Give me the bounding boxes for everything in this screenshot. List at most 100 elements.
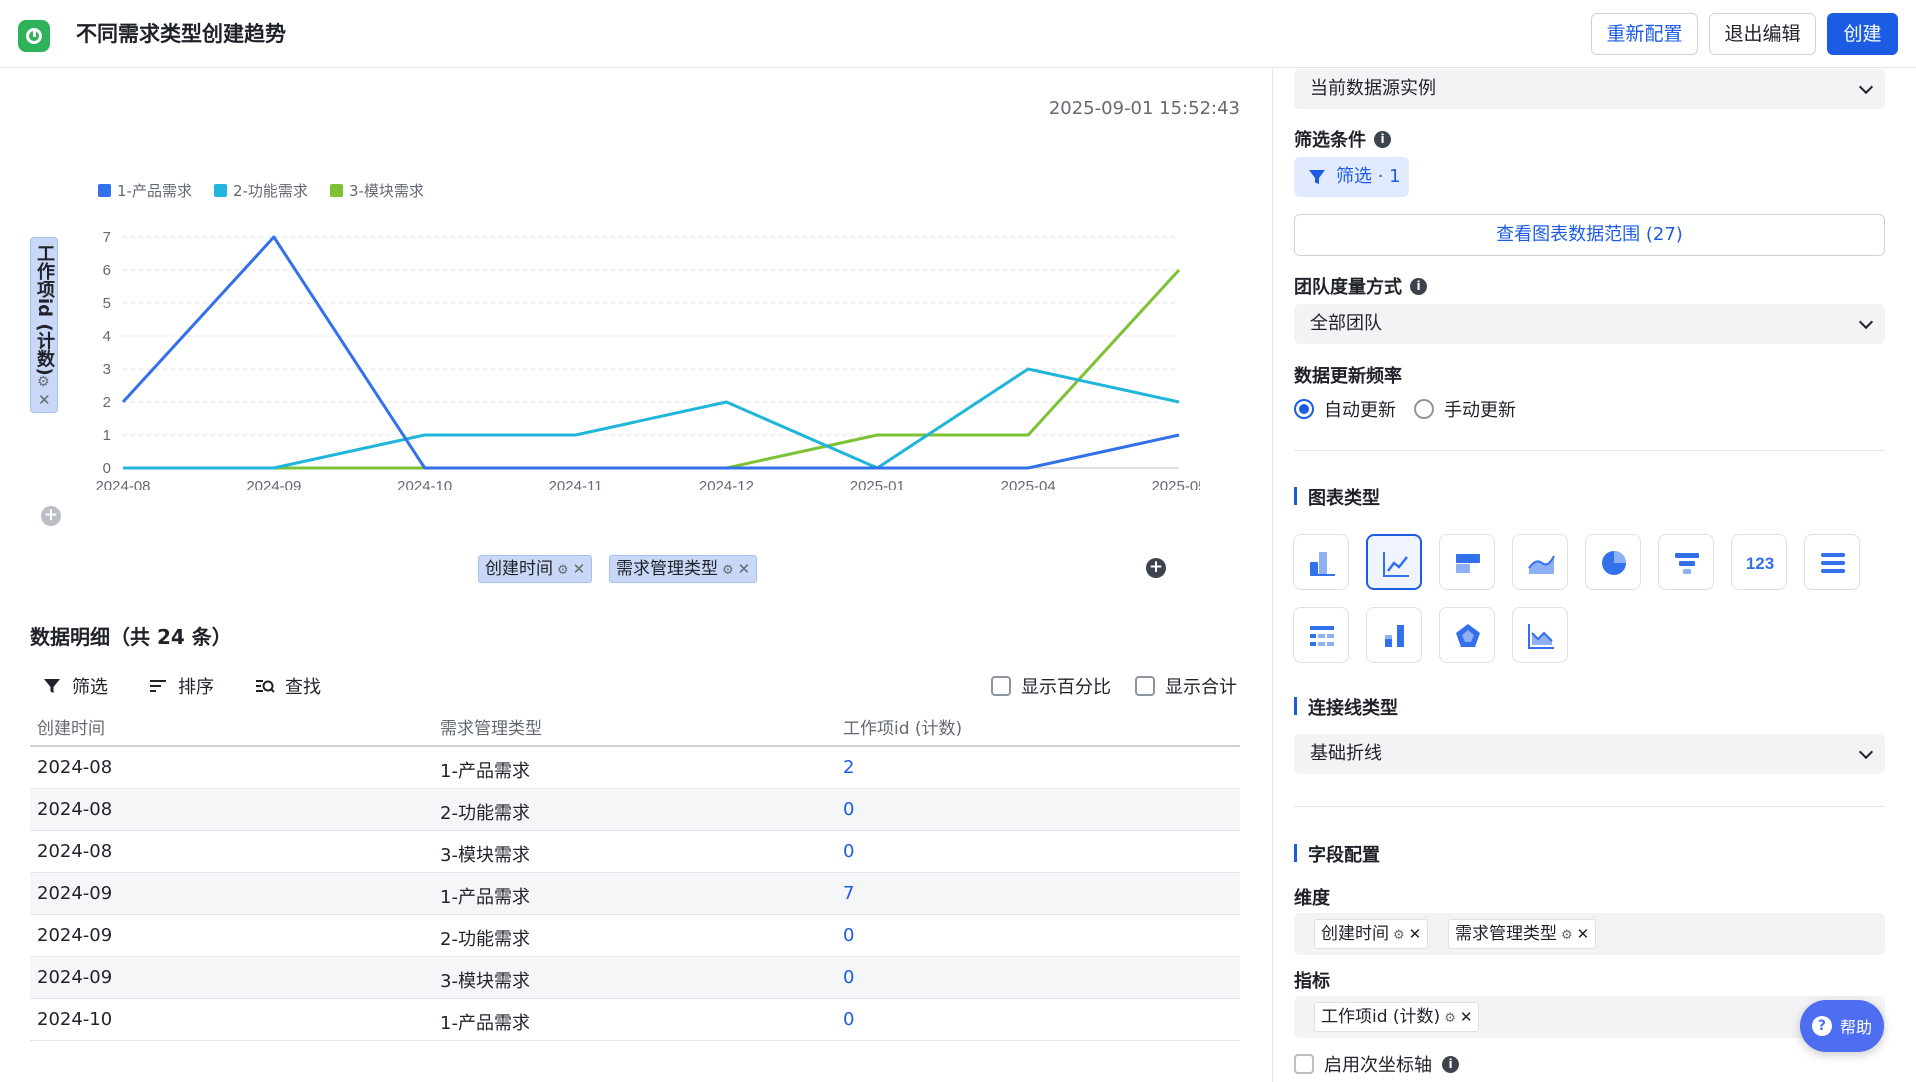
filter-chip-label: 筛选 · 1: [1336, 166, 1401, 187]
filter-condition-label-text: 筛选条件: [1294, 130, 1366, 151]
cell-created-time: 2024-09: [37, 925, 113, 946]
update-frequency-label: 数据更新频率: [1294, 366, 1402, 387]
column-header[interactable]: 工作项id (计数): [843, 714, 962, 739]
close-icon[interactable]: ✕: [738, 560, 751, 578]
chart-type-combo[interactable]: [1512, 607, 1568, 663]
table-row: 2024-08 2-功能需求 0: [30, 789, 1240, 831]
gear-icon[interactable]: ⚙: [722, 563, 734, 578]
line-type-select[interactable]: 基础折线: [1294, 734, 1885, 774]
cell-type: 3-模块需求: [440, 845, 530, 866]
chart-type-radar[interactable]: [1439, 607, 1495, 663]
gear-icon[interactable]: ⚙: [37, 374, 50, 390]
chart-type-area[interactable]: [1512, 534, 1568, 590]
chart-type-pie[interactable]: [1585, 534, 1641, 590]
secondary-axis-checkbox[interactable]: 启用次坐标轴 i: [1294, 1051, 1459, 1077]
cell-count[interactable]: 7: [843, 883, 854, 904]
x-tick-label: 2024-11: [549, 478, 603, 490]
create-button[interactable]: 创建: [1827, 13, 1898, 55]
legend-item[interactable]: 3-模块需求: [329, 180, 424, 201]
cell-count[interactable]: 2: [843, 757, 854, 778]
section-divider: [1294, 806, 1885, 807]
find-tool-button[interactable]: 查找: [255, 673, 321, 699]
datasource-select[interactable]: 当前数据源实例: [1294, 69, 1885, 109]
checkbox-box[interactable]: [1135, 676, 1155, 696]
x-field-chip-created-time[interactable]: 创建时间 ⚙ ✕: [478, 555, 593, 583]
metric-field-box[interactable]: 工作项id (计数) ⚙ ✕: [1294, 996, 1885, 1038]
add-y-field-icon[interactable]: +: [41, 506, 61, 526]
chart-type-line[interactable]: [1366, 534, 1422, 590]
cell-count[interactable]: 0: [843, 967, 854, 988]
close-icon[interactable]: ✕: [1577, 925, 1590, 943]
x-tick-label: 2024-10: [397, 478, 452, 490]
filter-chip-button[interactable]: 筛选 · 1: [1294, 157, 1409, 197]
chart-type-table[interactable]: [1293, 607, 1349, 663]
cell-count[interactable]: 0: [843, 799, 854, 820]
section-divider: [1294, 450, 1885, 451]
gear-icon[interactable]: ⚙: [1561, 928, 1573, 943]
filter-tool-button[interactable]: 筛选: [42, 673, 108, 699]
chart-type-bar[interactable]: [1293, 534, 1349, 590]
info-icon[interactable]: i: [1410, 277, 1427, 295]
chart-type-list[interactable]: [1804, 534, 1860, 590]
sort-tool-button[interactable]: 排序: [148, 673, 214, 699]
close-icon[interactable]: ✕: [1409, 925, 1422, 943]
chart-type-number[interactable]: 123: [1731, 534, 1787, 590]
info-icon[interactable]: i: [1374, 130, 1391, 148]
reconfigure-button[interactable]: 重新配置: [1591, 13, 1698, 55]
close-icon[interactable]: ✕: [38, 391, 51, 409]
radio-button[interactable]: [1414, 399, 1434, 419]
exit-edit-button[interactable]: 退出编辑: [1709, 13, 1816, 55]
gear-icon[interactable]: ⚙: [1393, 928, 1405, 943]
checkbox-box[interactable]: [991, 676, 1011, 696]
show-total-checkbox[interactable]: 显示合计: [1135, 673, 1237, 699]
cell-count[interactable]: 0: [843, 925, 854, 946]
table-row: 2024-10 1-产品需求 0: [30, 999, 1240, 1041]
add-x-field-icon[interactable]: +: [1146, 558, 1166, 578]
close-icon[interactable]: ✕: [1460, 1008, 1473, 1026]
legend-label: 2-功能需求: [232, 182, 308, 200]
cell-count[interactable]: 0: [843, 1009, 854, 1030]
help-button[interactable]: ? 帮助: [1800, 1000, 1884, 1052]
radio-button[interactable]: [1294, 399, 1314, 419]
legend-item[interactable]: 2-功能需求: [213, 180, 308, 201]
y-tick-label: 5: [103, 295, 111, 312]
chevron-down-icon: [1858, 79, 1874, 95]
cell-type: 1-产品需求: [440, 887, 530, 908]
view-data-range-button[interactable]: 查看图表数据范围 (27): [1294, 214, 1885, 256]
checkbox-box[interactable]: [1294, 1054, 1314, 1074]
chart-type-horizontal-bar[interactable]: [1439, 534, 1495, 590]
cell-type: 2-功能需求: [440, 803, 530, 824]
dimension-field-box[interactable]: 创建时间 ⚙ ✕ 需求管理类型 ⚙ ✕: [1294, 913, 1885, 955]
series-line: [123, 367, 1180, 470]
dimension-chip-requirement-type[interactable]: 需求管理类型 ⚙ ✕: [1448, 919, 1597, 949]
info-icon[interactable]: i: [1442, 1055, 1459, 1073]
line-chart: 0 1 2 3 4 5 6 7 2024-08 2024-09 2024-10 2024-11 2024…: [95, 229, 1200, 490]
show-percent-checkbox[interactable]: 显示百分比: [991, 673, 1111, 699]
table-row: 2024-09 1-产品需求 7: [30, 873, 1240, 915]
cell-count[interactable]: 0: [843, 841, 854, 862]
gear-icon[interactable]: ⚙: [557, 563, 569, 578]
metric-label: 指标: [1294, 971, 1330, 992]
dimension-chip-created-time[interactable]: 创建时间 ⚙ ✕: [1314, 919, 1429, 949]
cell-type: 2-功能需求: [440, 929, 530, 950]
bar-chart-icon: [1310, 552, 1335, 576]
cell-created-time: 2024-08: [37, 799, 113, 820]
legend-item[interactable]: 1-产品需求: [98, 180, 192, 201]
radio-manual-update[interactable]: 手动更新: [1414, 396, 1516, 422]
chart-type-funnel[interactable]: [1658, 534, 1714, 590]
legend-label: 1-产品需求: [117, 182, 192, 200]
table-chart-icon: [1310, 626, 1334, 646]
close-icon[interactable]: ✕: [573, 560, 586, 578]
gear-icon[interactable]: ⚙: [1444, 1011, 1456, 1026]
column-header[interactable]: 需求管理类型: [440, 714, 542, 739]
y-tick-label: 4: [103, 328, 111, 345]
radio-auto-update[interactable]: 自动更新: [1294, 396, 1396, 422]
chart-legend: 1-产品需求 2-功能需求 3-模块需求: [98, 180, 424, 201]
metric-chip-count[interactable]: 工作项id (计数) ⚙ ✕: [1314, 1002, 1480, 1032]
y-axis-field-chip[interactable]: 工作项id (计数) ⚙ ✕: [30, 237, 58, 413]
column-header[interactable]: 创建时间: [37, 714, 105, 739]
chart-type-stacked-bar[interactable]: [1366, 607, 1422, 663]
area-chart-icon: [1528, 555, 1555, 574]
team-measure-select[interactable]: 全部团队: [1294, 304, 1885, 344]
x-field-chip-requirement-type[interactable]: 需求管理类型 ⚙ ✕: [609, 555, 758, 583]
